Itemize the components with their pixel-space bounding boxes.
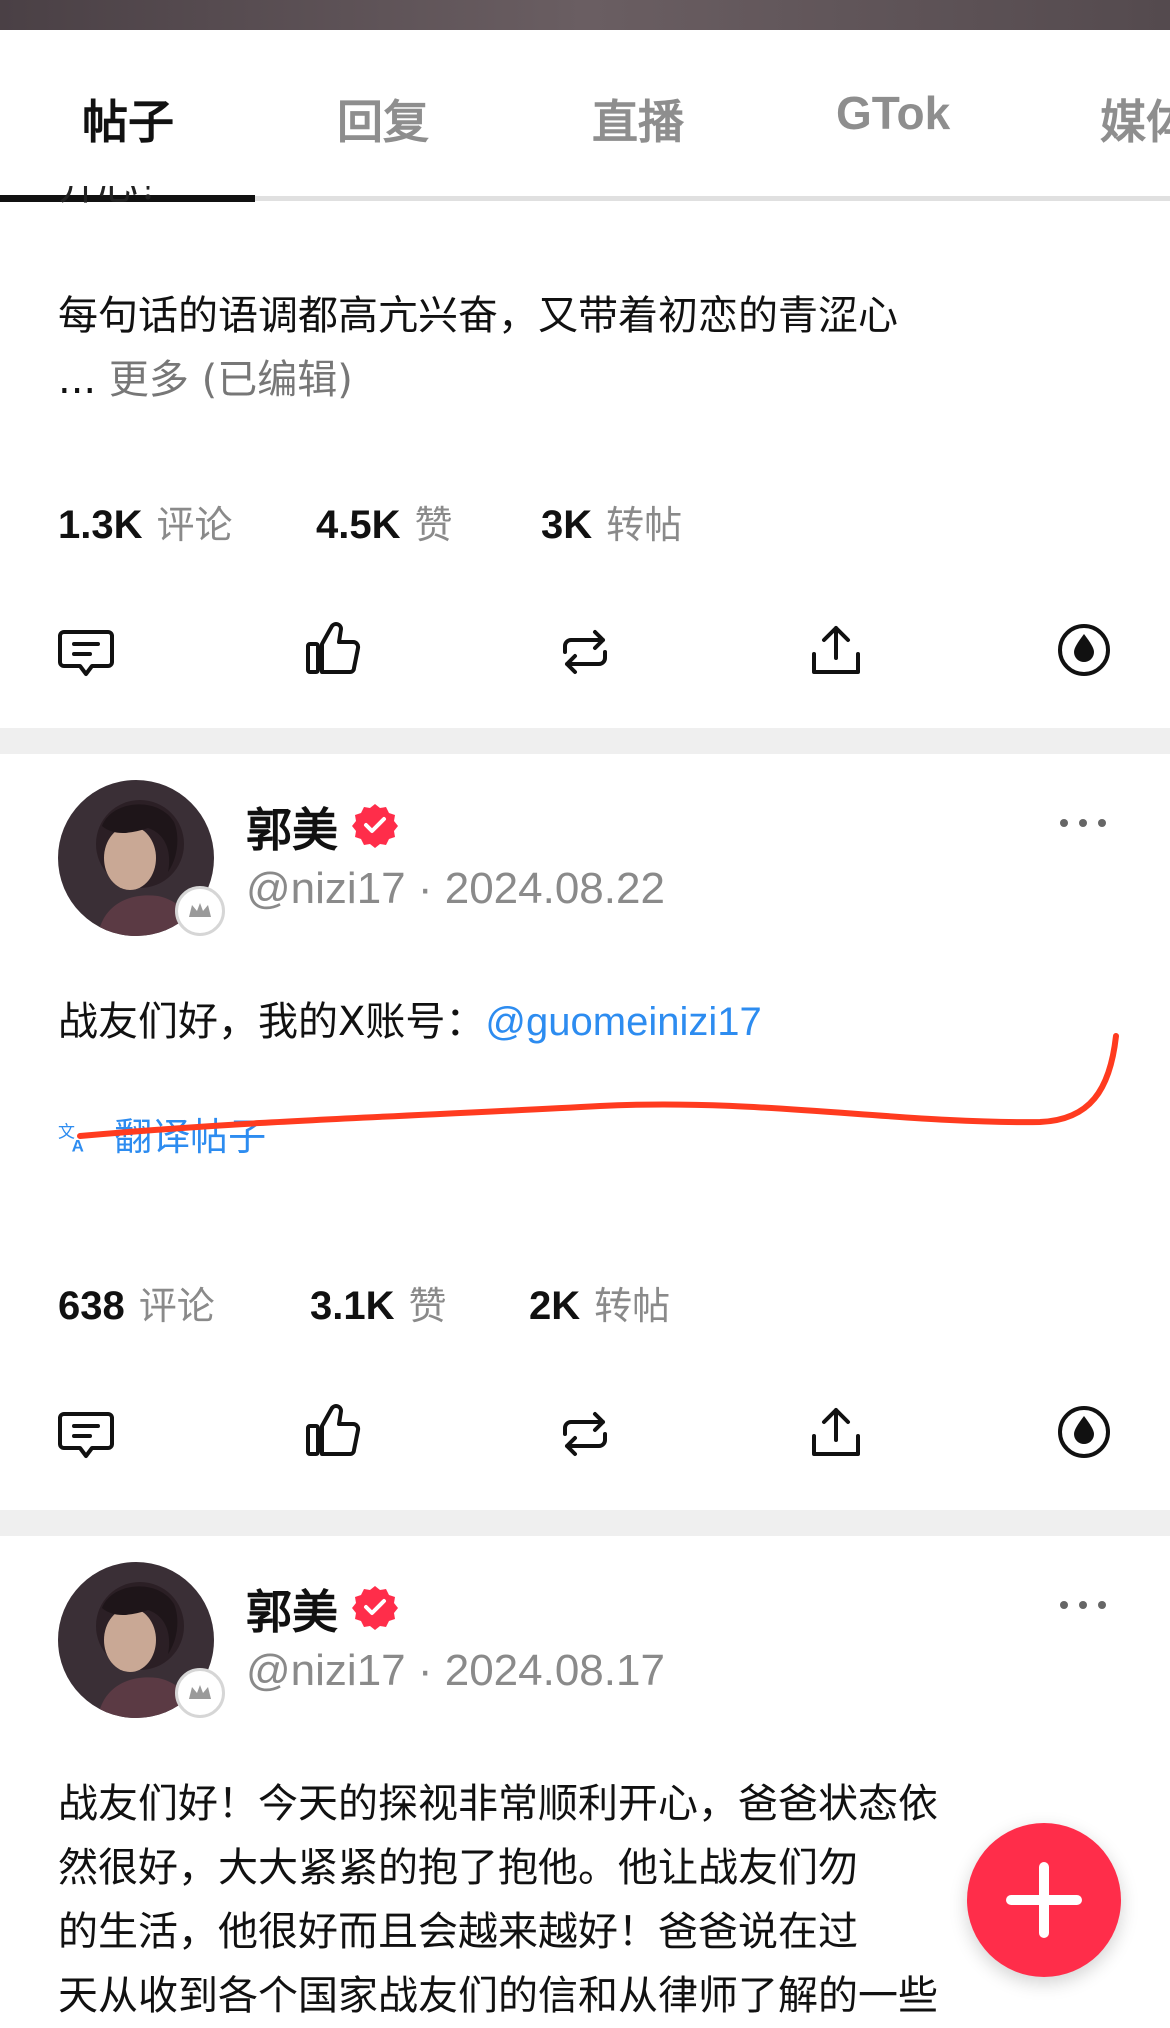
- post3-line: 战友们好！今天的探视非常顺利开心，爸爸状态依: [58, 1781, 938, 1827]
- author-handle: @nizi17 · 2024.08.17: [246, 1646, 665, 1695]
- comment-icon[interactable]: [56, 1404, 116, 1464]
- post2-likes-stat[interactable]: 3.1K 赞: [310, 1275, 447, 1330]
- post2-reposts-stat[interactable]: 2K 转帖: [529, 1275, 670, 1330]
- avatar-badge: [175, 1668, 225, 1718]
- post2-comments-stat[interactable]: 638 评论: [58, 1275, 215, 1330]
- red-annotation-stroke: [77, 1033, 1119, 1139]
- post3-text: 战友们好！今天的探视非常顺利开心，爸爸状态依 然很好，大大紧紧的抱了抱他。他让战…: [58, 1772, 1118, 2028]
- more-icon[interactable]: [1058, 1595, 1108, 1615]
- author-name[interactable]: 郭美: [246, 1576, 338, 1642]
- repost-icon[interactable]: [555, 1404, 615, 1464]
- tip-icon[interactable]: [1054, 1402, 1114, 1462]
- post3-line: 的生活，他很好而且会越来越好！爸爸说在过: [58, 1909, 858, 1955]
- post3-line: 然很好，大大紧紧的抱了抱他。他让战友们勿: [58, 1845, 858, 1891]
- plus-icon: [1006, 1862, 1082, 1938]
- verified-icon: [352, 1584, 398, 1630]
- post-separator: [0, 1510, 1170, 1536]
- post3-line: 天从收到各个国家战友们的信和从律师了解的一些: [58, 1973, 938, 2019]
- compose-button[interactable]: [967, 1823, 1121, 1977]
- like-icon[interactable]: [304, 1400, 364, 1460]
- share-icon[interactable]: [806, 1402, 866, 1462]
